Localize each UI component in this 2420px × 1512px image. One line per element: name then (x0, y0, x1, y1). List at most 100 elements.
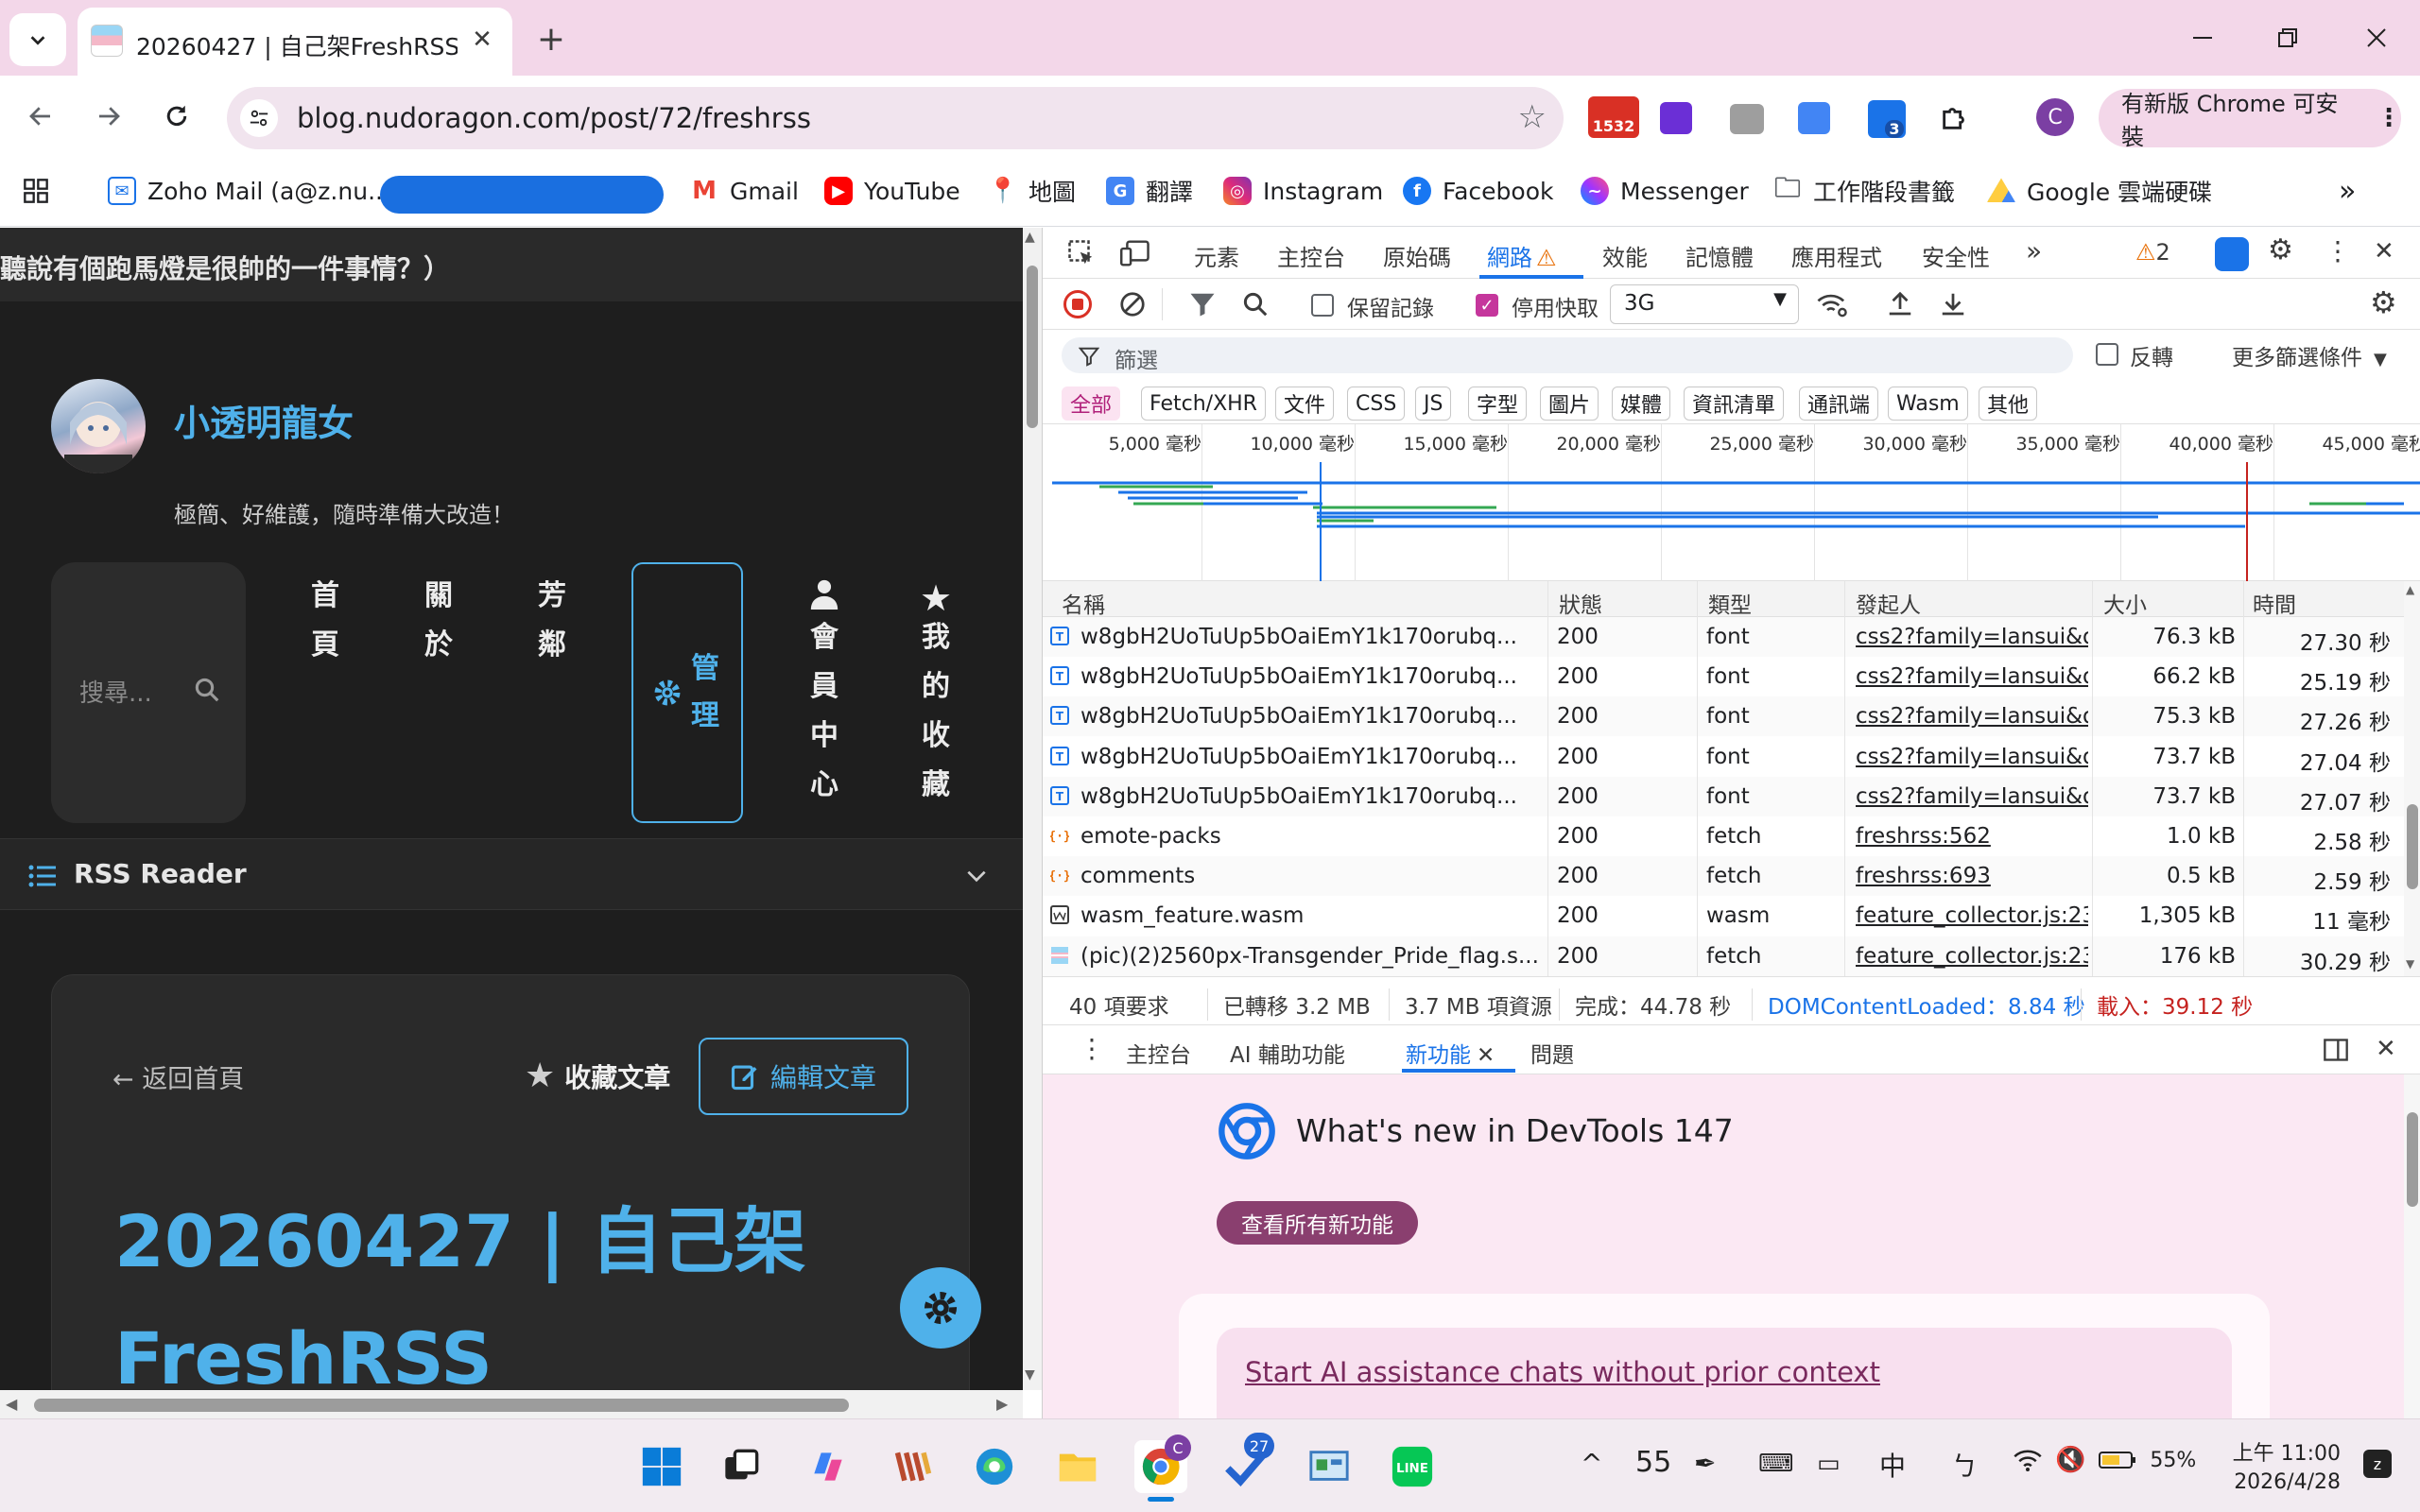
avatar[interactable] (51, 379, 146, 473)
drawer-tab-console[interactable]: 主控台 (1126, 1037, 1191, 1069)
request-initiator-link[interactable]: css2?family=Iansui&di (1856, 704, 2088, 729)
network-conditions-icon[interactable] (1816, 290, 1848, 318)
type-filter-js[interactable]: JS (1415, 387, 1452, 421)
scrollbar-thumb[interactable] (1027, 266, 1038, 428)
nav-favorites[interactable]: 我的收藏 (913, 613, 959, 810)
kebab-menu-icon[interactable]: ⋮ (2325, 235, 2351, 266)
restore-button[interactable] (2259, 13, 2316, 62)
filter-funnel-icon[interactable] (1188, 290, 1217, 318)
weather-temp[interactable]: 55 (1635, 1446, 1671, 1479)
close-devtools-icon[interactable]: ✕ (2374, 237, 2394, 266)
drawer-tab-issues[interactable]: 問題 (1530, 1037, 1574, 1069)
redacted-bookmark[interactable] (380, 176, 664, 214)
app-stripes-button[interactable] (887, 1440, 940, 1493)
calendar-extension-icon[interactable]: 1532 (1588, 96, 1639, 138)
request-initiator-link[interactable]: css2?family=Iansui&di (1856, 664, 2088, 689)
ime-mode[interactable]: 中 (1879, 1446, 1906, 1484)
chrome-button[interactable]: C (1134, 1435, 1191, 1502)
table-row[interactable]: Tw8gbH2UoTuUp5bOaiEmY1k170orubq... 200 fon… (1043, 776, 2404, 816)
keyboard-icon[interactable]: ⌨ (1758, 1450, 1794, 1478)
upload-icon[interactable] (1886, 290, 1914, 318)
request-initiator-link[interactable]: css2?family=Iansui&di (1856, 625, 2088, 649)
edge-button[interactable] (968, 1440, 1021, 1493)
line-button[interactable]: LINE (1386, 1440, 1439, 1493)
tab-performance[interactable]: 效能 (1602, 239, 1648, 272)
table-row[interactable]: Tw8gbH2UoTuUp5bOaiEmY1k170orubq... 200 fon… (1043, 657, 2404, 696)
tab-search-button[interactable] (9, 13, 66, 66)
preserve-log-checkbox[interactable] (1311, 294, 1334, 317)
bookmark-facebook[interactable]: f Facebook (1403, 170, 1553, 212)
type-filter-doc[interactable]: 文件 (1275, 387, 1335, 421)
column-header-name[interactable]: 名稱 (1062, 587, 1105, 619)
column-header-initiator[interactable]: 發起人 (1856, 587, 1921, 619)
type-filter-manifest[interactable]: 資訊清單 (1684, 387, 1785, 421)
translate-extension-icon[interactable] (1798, 102, 1830, 134)
bookmark-gmail[interactable]: M Gmail (690, 170, 799, 212)
feature-link[interactable]: Start AI assistance chats without prior … (1245, 1356, 1880, 1388)
bookmark-translate[interactable]: G 翻譯 (1106, 170, 1193, 212)
request-initiator-link[interactable]: freshrss:693 (1856, 864, 2088, 888)
tab-console[interactable]: 主控台 (1277, 239, 1345, 272)
settings-fab-button[interactable] (900, 1267, 981, 1349)
table-row[interactable]: Tw8gbH2UoTuUp5bOaiEmY1k170orubq... 200 fon… (1043, 696, 2404, 737)
favorite-post-button[interactable]: ★ 收藏文章 (525, 1057, 670, 1095)
column-header-type[interactable]: 類型 (1708, 587, 1752, 619)
type-filter-img[interactable]: 圖片 (1540, 387, 1599, 421)
device-toolbar-icon[interactable] (1120, 239, 1150, 267)
rss-reader-bar[interactable]: RSS Reader (0, 838, 1023, 910)
drawer-tab-whats-new[interactable]: 新功能 ✕ (1406, 1037, 1495, 1069)
drawer-menu-icon[interactable]: ⋮ (1079, 1033, 1105, 1064)
filter-input[interactable]: 篩選 (1062, 337, 2073, 373)
update-chrome-button[interactable]: 有新版 Chrome 可安裝 ⋮ (2099, 89, 2401, 150)
drawer-tab-ai-assistance[interactable]: AI 輔助功能 (1230, 1037, 1345, 1069)
column-header-size[interactable]: 大小 (2103, 587, 2147, 619)
type-filter-font[interactable]: 字型 (1468, 387, 1528, 421)
minimize-button[interactable] (2174, 13, 2231, 62)
kebab-menu-icon[interactable]: ⋮ (2377, 104, 2401, 132)
scroll-up-icon[interactable]: ▲ (2406, 583, 2414, 596)
chevron-up-icon[interactable]: ^ (1581, 1448, 1602, 1479)
new-tab-button[interactable]: + (529, 17, 573, 60)
control-panel-button[interactable] (1303, 1440, 1356, 1493)
throttling-select[interactable]: 3G ▼ (1610, 284, 1799, 324)
bookmark-youtube[interactable]: ▶ YouTube (824, 170, 960, 212)
close-drawer-icon[interactable]: ✕ (2376, 1035, 2396, 1063)
table-row[interactable]: {·} comments 200 fetch freshrss:693 0.5 kB 2.5… (1043, 856, 2404, 897)
column-header-status[interactable]: 狀態 (1559, 587, 1602, 619)
disable-cache-checkbox[interactable]: ✓ (1476, 294, 1498, 317)
nav-about[interactable]: 關於 (416, 572, 461, 670)
bookmark-zoho-mail[interactable]: ✉ Zoho Mail (a@z.nu... (108, 170, 390, 212)
copilot-button[interactable] (802, 1440, 855, 1493)
more-tabs-icon[interactable]: » (2026, 235, 2042, 266)
bookmark-folder-sessions[interactable]: 🗀 工作階段書籤 (1773, 170, 1955, 212)
task-view-button[interactable] (715, 1440, 768, 1493)
type-filter-wasm[interactable]: Wasm (1888, 387, 1968, 421)
scrollbar-thumb[interactable] (34, 1399, 849, 1412)
tab-close-icon[interactable]: ✕ (467, 25, 497, 55)
notification-center-icon[interactable]: z (2363, 1450, 2392, 1478)
apps-grid-icon[interactable] (23, 170, 49, 212)
search-input[interactable]: 搜尋... (51, 562, 246, 823)
type-filter-fetch-xhr[interactable]: Fetch/XHR (1141, 387, 1266, 421)
network-overview-timeline[interactable]: 5,000 毫秒 10,000 毫秒 15,000 毫秒 20,000 毫秒 2… (1043, 424, 2420, 581)
tab-network[interactable]: 網路 ⚠ (1487, 239, 1557, 272)
onenote-extension-icon[interactable] (1660, 102, 1692, 134)
table-scrollbar[interactable]: ▲ ▼ (2404, 581, 2420, 976)
back-home-link[interactable]: ← 返回首頁 (112, 1058, 244, 1095)
tab-memory[interactable]: 記憶體 (1685, 239, 1754, 272)
record-stop-icon[interactable] (1063, 290, 1092, 318)
reload-button[interactable] (155, 94, 199, 138)
ime-bopomofo-icon[interactable]: ㄅ (1951, 1446, 1978, 1484)
chevron-down-icon[interactable] (964, 864, 989, 888)
forward-button[interactable] (87, 94, 130, 138)
nav-neighbors[interactable]: 芳鄰 (529, 572, 575, 670)
nav-member-center[interactable]: 會員中心 (802, 613, 847, 810)
file-explorer-button[interactable] (1051, 1440, 1104, 1493)
more-bookmarks-icon[interactable]: » (2339, 170, 2356, 212)
start-button[interactable] (635, 1440, 688, 1493)
page-vertical-scrollbar[interactable]: ▲ ▼ (1023, 228, 1042, 1390)
view-all-features-button[interactable]: 查看所有新功能 (1217, 1201, 1418, 1245)
scroll-down-icon[interactable]: ▼ (1025, 1367, 1035, 1383)
request-initiator-link[interactable]: css2?family=Iansui&di (1856, 784, 2088, 809)
page-horizontal-scrollbar[interactable]: ◀ ▶ (0, 1390, 1023, 1418)
